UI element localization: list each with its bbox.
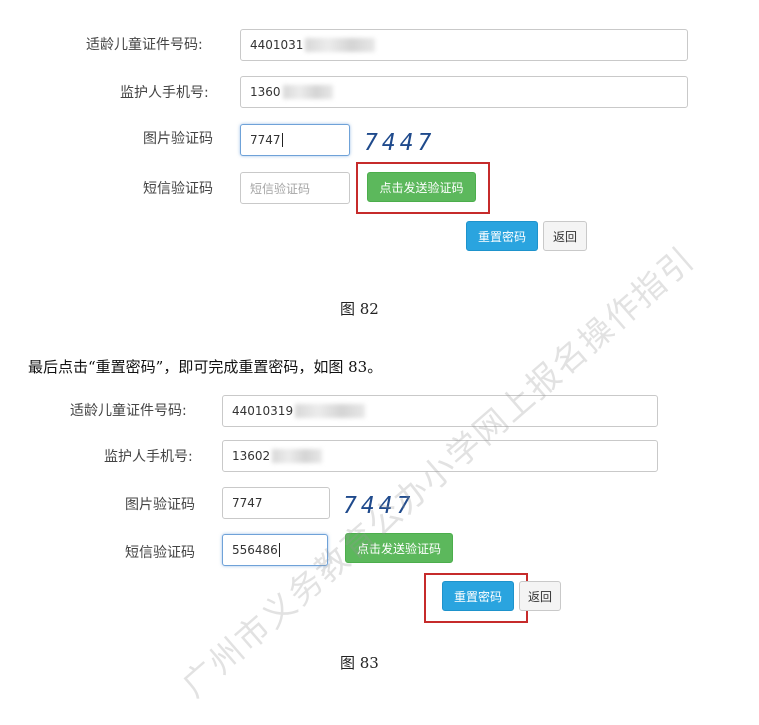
redacted-blur <box>295 404 366 418</box>
reset-password-button[interactable]: 重置密码 <box>442 581 514 611</box>
figure-caption: 图 83 <box>340 654 379 672</box>
child-id-field[interactable]: 44010319 <box>222 395 658 427</box>
captcha-label: 图片验证码 <box>125 497 195 513</box>
sms-label: 短信验证码 <box>143 181 213 197</box>
captcha-label: 图片验证码 <box>143 131 213 147</box>
captcha-input[interactable]: 7747 <box>240 124 350 156</box>
sms-input[interactable]: 短信验证码 <box>240 172 350 204</box>
child-id-label: 适龄儿童证件号码: <box>86 37 203 53</box>
phone-field[interactable]: 1360 <box>240 76 688 108</box>
back-button[interactable]: 返回 <box>519 581 561 611</box>
redacted-blur <box>305 38 376 52</box>
captcha-image[interactable]: 7447 <box>364 130 435 156</box>
phone-label: 监护人手机号: <box>104 449 193 465</box>
figure-caption: 图 82 <box>340 300 379 318</box>
child-id-field[interactable]: 4401031 <box>240 29 688 61</box>
child-id-label: 适龄儿童证件号码: <box>70 403 187 419</box>
instruction-text: 最后点击“重置密码”，即可完成重置密码，如图 83。 <box>28 358 383 376</box>
redacted-blur <box>282 85 333 99</box>
back-button[interactable]: 返回 <box>543 221 587 251</box>
reset-password-button[interactable]: 重置密码 <box>466 221 538 251</box>
captcha-input[interactable]: 7747 <box>222 487 330 519</box>
phone-label: 监护人手机号: <box>120 85 209 101</box>
sms-label: 短信验证码 <box>125 545 195 561</box>
send-sms-button[interactable]: 点击发送验证码 <box>367 172 476 202</box>
redacted-blur <box>272 449 323 463</box>
